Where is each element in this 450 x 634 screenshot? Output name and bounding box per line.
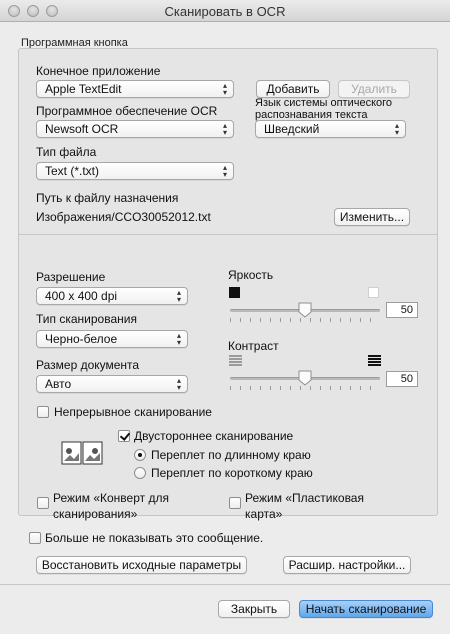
divider [19,234,437,235]
long-edge-radio[interactable] [134,449,146,461]
start-scan-button[interactable]: Начать сканирование [299,600,433,618]
file-type-label: Тип файла [36,145,97,159]
plastic-card-label: Режим «Пластиковая карта» [245,490,364,522]
contrast-slider-thumb[interactable] [298,370,312,386]
add-button[interactable]: Добавить [256,80,330,98]
high-contrast-icon [368,355,381,366]
envelope-mode-checkbox[interactable] [37,497,49,509]
ocr-language-label: Язык системы оптического распознавания т… [255,97,393,121]
dark-square-icon [229,287,240,298]
brightness-label: Яркость [228,268,274,282]
short-edge-label: Переплет по короткому краю [151,466,313,480]
plastic-card-label-line1: Режим «Пластиковая [245,491,364,505]
resolution-label: Разрешение [36,270,106,284]
popup-arrows-icon: ▴ ▾ [176,376,181,392]
destination-path: Изображения/CCO30052012.txt [36,210,211,224]
popup-arrows-icon: ▴ ▾ [222,121,227,137]
envelope-mode-label: Режим «Конверт для сканирования» [53,490,169,522]
continuous-scan-checkbox[interactable] [37,406,49,418]
popup-arrows-icon: ▴ ▾ [222,81,227,97]
remove-button[interactable]: Удалить [338,80,410,98]
long-edge-label: Переплет по длинному краю [151,448,311,462]
scan-type-label: Тип сканирования [36,312,137,326]
doc-size-value: Авто [45,377,72,391]
popup-arrows-icon: ▴ ▾ [176,288,181,304]
resolution-value: 400 x 400 dpi [45,289,118,303]
doc-size-select[interactable]: Авто ▴ ▾ [36,375,188,393]
resolution-select[interactable]: 400 x 400 dpi ▴ ▾ [36,287,188,305]
destination-label: Путь к файлу назначения [36,191,179,205]
contrast-value-field[interactable]: 50 [386,371,418,387]
file-type-select[interactable]: Text (*.txt) ▴ ▾ [36,162,234,180]
popup-arrows-icon: ▴ ▾ [222,163,227,179]
target-app-select[interactable]: Apple TextEdit ▴ ▾ [36,80,234,98]
ocr-language-select[interactable]: Шведский ▴ ▾ [255,120,406,138]
scan-type-value: Черно-белое [45,332,118,346]
contrast-label: Контраст [228,339,279,353]
ocr-software-label: Программное обеспечение OCR [36,104,218,118]
close-button[interactable]: Закрыть [218,600,290,618]
ocr-software-value: Newsoft OCR [45,122,119,136]
plastic-card-checkbox[interactable] [229,497,241,509]
duplex-pages-icon [61,441,103,465]
file-type-value: Text (*.txt) [45,164,100,178]
short-edge-radio[interactable] [134,467,146,479]
brightness-slider-ticks [230,318,380,322]
ocr-software-select[interactable]: Newsoft OCR ▴ ▾ [36,120,234,138]
ocr-language-value: Шведский [264,122,320,136]
duplex-scan-label: Двустороннее сканирование [134,429,294,443]
duplex-scan-checkbox[interactable] [118,430,130,442]
target-app-label: Конечное приложение [36,64,161,78]
divider [0,584,450,585]
dont-show-label: Больше не показывать это сообщение. [45,531,264,545]
dont-show-checkbox[interactable] [29,532,41,544]
envelope-mode-label-line1: Режим «Конверт для [53,491,169,505]
doc-size-label: Размер документа [36,358,140,372]
change-path-button[interactable]: Изменить... [334,208,410,226]
plastic-card-label-line2: карта» [245,507,283,521]
window-title: Сканировать в OCR [164,4,286,19]
low-contrast-icon [229,355,242,366]
brightness-value-field[interactable]: 50 [386,302,418,318]
popup-arrows-icon: ▴ ▾ [394,121,399,137]
scan-type-select[interactable]: Черно-белое ▴ ▾ [36,330,188,348]
popup-arrows-icon: ▴ ▾ [176,331,181,347]
continuous-scan-label: Непрерывное сканирование [54,405,212,419]
target-app-value: Apple TextEdit [45,82,122,96]
advanced-settings-button[interactable]: Расшир. настройки... [283,556,411,574]
contrast-slider-ticks [230,386,380,390]
brightness-slider-thumb[interactable] [298,302,312,318]
envelope-mode-label-line2: сканирования» [53,507,138,521]
light-square-icon [368,287,379,298]
restore-defaults-button[interactable]: Восстановить исходные параметры [36,556,247,574]
